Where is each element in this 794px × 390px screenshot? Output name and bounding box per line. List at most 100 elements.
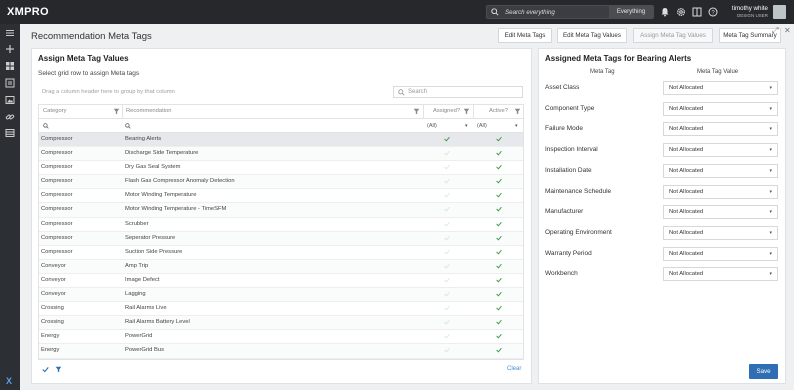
active-check-icon[interactable] — [496, 235, 502, 241]
active-check-icon[interactable] — [496, 192, 502, 198]
active-check-icon[interactable] — [496, 305, 502, 311]
table-icon[interactable] — [5, 128, 15, 138]
assigned-check-icon[interactable] — [444, 235, 450, 241]
column-header-active[interactable]: Active? — [489, 108, 508, 114]
table-row[interactable]: Energy PowerGrid — [39, 330, 523, 345]
link-icon[interactable] — [5, 112, 15, 122]
bell-icon[interactable] — [660, 7, 670, 17]
tab-edit-meta-tag-values[interactable]: Edit Meta Tag Values — [557, 28, 627, 43]
table-row[interactable]: Crossing Rail Alarms Battery Level — [39, 316, 523, 331]
close-icon[interactable]: ✕ — [784, 26, 791, 35]
add-icon[interactable] — [5, 44, 15, 54]
assigned-check-icon[interactable] — [444, 178, 450, 184]
active-check-icon[interactable] — [496, 319, 502, 325]
dashboard-icon[interactable] — [5, 61, 15, 71]
user-name[interactable]: timothy white — [724, 5, 768, 12]
active-check-icon[interactable] — [496, 249, 502, 255]
assigned-check-icon[interactable] — [444, 150, 450, 156]
table-row[interactable]: Compressor Suction Side Pressure — [39, 246, 523, 260]
active-check-icon[interactable] — [496, 333, 502, 339]
grid-search-input[interactable]: Search — [393, 86, 523, 98]
table-row[interactable]: Crossing Rail Alarms Live — [39, 302, 523, 317]
assigned-check-icon[interactable] — [444, 136, 450, 142]
active-check-icon[interactable] — [496, 206, 502, 212]
menu-icon[interactable] — [5, 28, 15, 38]
expand-icon[interactable]: ⤢ — [772, 26, 778, 36]
active-check-icon[interactable] — [496, 178, 502, 184]
active-check-icon[interactable] — [496, 221, 502, 227]
tab-edit-meta-tags[interactable]: Edit Meta Tags — [498, 28, 552, 43]
meta-tag-value-select[interactable]: Not Allocated ▾ — [663, 163, 778, 178]
tab-assign-meta-tag-values[interactable]: Assign Meta Tag Values — [633, 28, 713, 43]
table-row[interactable]: Compressor Scrubber — [39, 218, 523, 232]
assigned-check-icon[interactable] — [444, 206, 450, 212]
group-by-drop-zone[interactable]: Drag a column header here to group by th… — [42, 89, 175, 95]
meta-tag-value-select[interactable]: Not Allocated ▾ — [663, 184, 778, 199]
layout-icon[interactable] — [692, 7, 702, 17]
clear-filter-button[interactable]: Clear — [507, 366, 521, 372]
table-row[interactable]: Energy PowerGrid Bus — [39, 344, 523, 359]
meta-tag-value-select[interactable]: Not Allocated ▾ — [663, 205, 778, 220]
search-icon[interactable] — [125, 123, 131, 129]
assigned-check-icon[interactable] — [444, 263, 450, 269]
filter-icon[interactable] — [463, 108, 470, 115]
search-icon[interactable] — [43, 123, 49, 129]
global-search[interactable]: Search everything Everything — [486, 5, 654, 19]
meta-tag-value-select[interactable]: Not Allocated ▾ — [663, 143, 778, 158]
assigned-check-icon[interactable] — [444, 277, 450, 283]
chevron-down-icon[interactable]: ▾ — [465, 123, 468, 129]
assigned-check-icon[interactable] — [444, 333, 450, 339]
column-header-assigned[interactable]: Assigned? — [433, 108, 460, 114]
xmpro-mark-icon[interactable]: X — [6, 376, 12, 386]
active-check-icon[interactable] — [496, 150, 502, 156]
table-row[interactable]: Conveyor Amp Trip — [39, 259, 523, 274]
assigned-check-icon[interactable] — [444, 291, 450, 297]
active-check-icon[interactable] — [496, 291, 502, 297]
gear-icon[interactable] — [676, 7, 686, 17]
assigned-check-icon[interactable] — [444, 249, 450, 255]
assigned-check-icon[interactable] — [444, 164, 450, 170]
filter-icon[interactable] — [413, 108, 420, 115]
table-row[interactable]: Conveyor Lagging — [39, 288, 523, 303]
image-icon[interactable] — [5, 95, 15, 105]
active-check-icon[interactable] — [496, 277, 502, 283]
filter-icon[interactable] — [514, 108, 521, 115]
column-header-recommendation[interactable]: Recommendation — [126, 108, 171, 114]
meta-tag-value-select[interactable]: Not Allocated ▾ — [663, 81, 778, 95]
active-check-icon[interactable] — [496, 136, 502, 142]
table-row[interactable]: Compressor Bearing Alerts — [39, 133, 523, 148]
search-input[interactable]: Search everything — [505, 9, 555, 16]
assigned-check-icon[interactable] — [444, 347, 450, 353]
table-row[interactable]: Compressor Dry Gas Seal System — [39, 161, 523, 176]
help-icon[interactable]: ? — [708, 7, 718, 17]
filter-icon[interactable] — [55, 366, 62, 373]
active-filter-select[interactable]: (All) — [477, 123, 487, 129]
active-check-icon[interactable] — [496, 263, 502, 269]
meta-tag-value-select[interactable]: Not Allocated ▾ — [663, 246, 778, 261]
column-header-category[interactable]: Category — [43, 108, 67, 114]
table-row[interactable]: Compressor Seperator Pressure — [39, 231, 523, 246]
assigned-check-icon[interactable] — [444, 221, 450, 227]
app-logo[interactable]: XMPRO — [7, 6, 49, 18]
avatar[interactable] — [773, 5, 786, 19]
table-row[interactable]: Compressor Discharge Side Temperature — [39, 147, 523, 162]
list-icon[interactable] — [5, 78, 15, 88]
meta-tag-value-select[interactable]: Not Allocated ▾ — [663, 101, 778, 116]
meta-tag-value-select[interactable]: Not Allocated ▾ — [663, 122, 778, 137]
table-row[interactable]: Conveyor Image Defect — [39, 274, 523, 289]
filter-icon[interactable] — [113, 108, 120, 115]
table-row[interactable]: Compressor Flash Gas Compressor Anomaly D… — [39, 175, 523, 190]
active-check-icon[interactable] — [496, 164, 502, 170]
assigned-filter-select[interactable]: (All) — [427, 123, 437, 129]
search-scope-dropdown[interactable]: Everything — [609, 6, 653, 18]
check-icon[interactable] — [42, 366, 49, 373]
save-button[interactable]: Save — [749, 364, 778, 379]
assigned-check-icon[interactable] — [444, 192, 450, 198]
meta-tag-value-select[interactable]: Not Allocated ▾ — [663, 267, 778, 282]
active-check-icon[interactable] — [496, 347, 502, 353]
table-row[interactable]: Compressor Motor Winding Temperature - Ti… — [39, 203, 523, 218]
chevron-down-icon[interactable]: ▾ — [515, 123, 518, 129]
meta-tag-value-select[interactable]: Not Allocated ▾ — [663, 225, 778, 240]
table-row[interactable]: Compressor Motor Winding Temperature — [39, 189, 523, 204]
assigned-check-icon[interactable] — [444, 305, 450, 311]
